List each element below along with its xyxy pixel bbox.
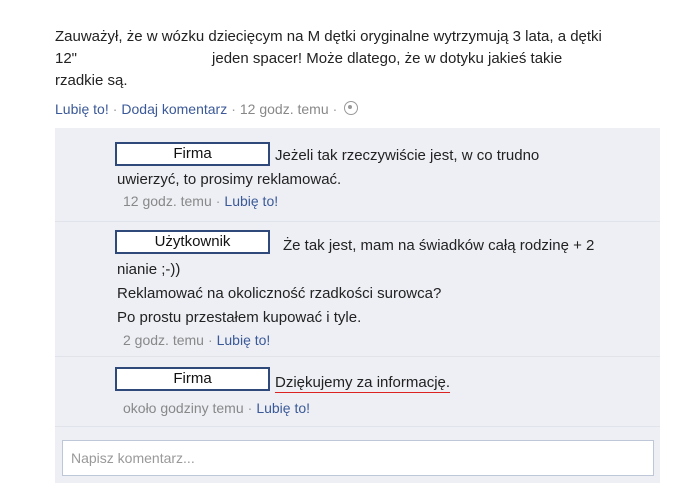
comment-time: około godziny temu — [123, 400, 244, 416]
comment-line: Że tak jest, mam na świadków całą rodzin… — [283, 237, 595, 254]
post-line-2-end: jeden spacer! Może dlatego, że w dotyku … — [212, 50, 563, 67]
comment-time: 2 godz. temu — [123, 332, 204, 348]
separator: · — [247, 400, 253, 416]
comment-like-link[interactable]: Lubię to! — [256, 400, 310, 416]
comment-meta: 2 godz. temu · Lubię to! — [123, 332, 270, 348]
comment-line: nianie ;-)) — [117, 261, 181, 278]
comment-composer — [62, 440, 654, 476]
comment-meta: 12 godz. temu · Lubię to! — [123, 193, 278, 209]
post-time: 12 godz. temu — [239, 101, 329, 117]
separator: · — [231, 101, 236, 117]
spellcheck-underline: Dziękujemy za informację. — [275, 374, 451, 393]
globe-icon — [344, 101, 359, 115]
comment-line: uwierzyć, to prosimy reklamować. — [117, 171, 342, 188]
separator: · — [332, 101, 338, 117]
comment-text: Jeżeli tak rzeczywiście jest, w co trudn… — [117, 144, 637, 192]
separator: · — [207, 332, 213, 348]
separator: · — [215, 193, 221, 209]
comment-line: Jeżeli tak rzeczywiście jest, w co trudn… — [275, 147, 540, 164]
post-line-2: 12" jeden spacer! Może dlatego, że w doty… — [55, 48, 665, 70]
comment-text: Dziękujemy za informację. — [117, 371, 637, 395]
comment-time: 12 godz. temu — [123, 193, 212, 209]
comment-line: Dziękujemy za informację. — [117, 371, 637, 395]
comment-text: Że tak jest, mam na świadków całą rodzin… — [117, 234, 637, 330]
post-line-1: Zauważył, że w wózku dziecięcym na M dęt… — [55, 28, 602, 45]
comment: Firma Jeżeli tak rzeczywiście jest, w co… — [55, 136, 660, 222]
comment: Firma Dziękujemy za informację. około go… — [55, 357, 660, 427]
comment-line: Po prostu przestałem kupować i tyle. — [117, 309, 362, 326]
post-line-2-start: 12" — [55, 50, 78, 67]
post-like-link[interactable]: Lubię to! — [55, 101, 109, 117]
comment-like-link[interactable]: Lubię to! — [224, 193, 278, 209]
comment-input[interactable] — [63, 441, 653, 475]
add-comment-link[interactable]: Dodaj komentarz — [121, 101, 227, 117]
post-line-3: rzadkie są. — [55, 72, 128, 89]
comment-line: Reklamować na okoliczność rzadkości suro… — [117, 285, 442, 302]
post-text: Zauważył, że w wózku dziecięcym na M dęt… — [55, 26, 665, 92]
comment-meta: około godziny temu · Lubię to! — [123, 400, 310, 416]
comment: Użytkownik Że tak jest, mam na świadków … — [55, 222, 660, 357]
separator: · — [112, 101, 118, 117]
comment-like-link[interactable]: Lubię to! — [217, 332, 271, 348]
post-actions: Lubię to! · Dodaj komentarz · 12 godz. temu · — [55, 101, 359, 117]
